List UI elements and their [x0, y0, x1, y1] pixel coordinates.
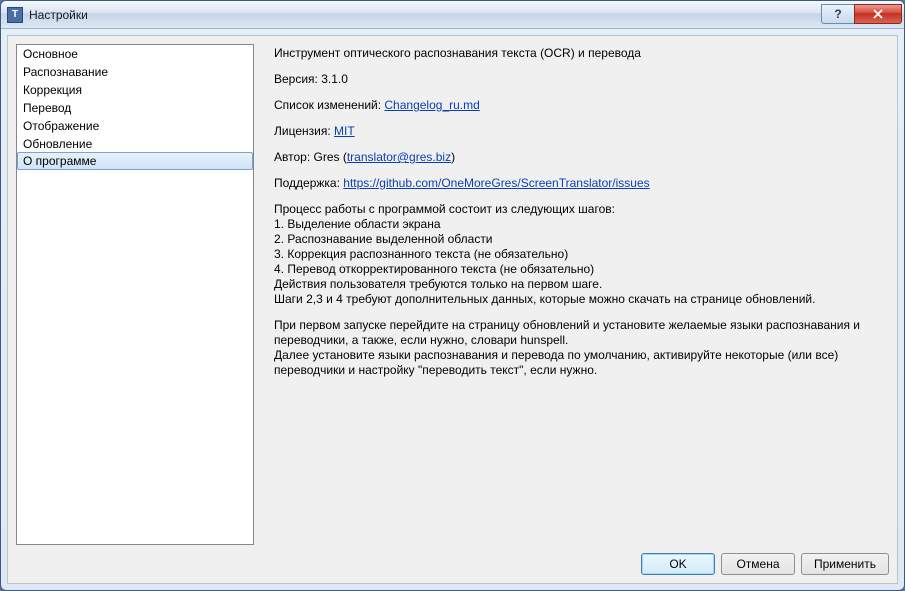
window-title: Настройки: [29, 8, 88, 22]
main-row: Основное Распознавание Коррекция Перевод…: [16, 44, 889, 545]
about-description: Инструмент оптического распознавания тек…: [274, 46, 889, 61]
apply-button[interactable]: Применить: [801, 553, 889, 575]
sidebar-item-update[interactable]: Обновление: [17, 135, 253, 153]
sidebar-item-translation[interactable]: Перевод: [17, 99, 253, 117]
support-link[interactable]: https://github.com/OneMoreGres/ScreenTra…: [343, 176, 649, 190]
sidebar-item-recognition[interactable]: Распознавание: [17, 63, 253, 81]
close-button[interactable]: [854, 4, 902, 24]
about-panel: Инструмент оптического распознавания тек…: [262, 44, 889, 545]
about-firstrun: При первом запуске перейдите на страницу…: [274, 318, 889, 378]
sidebar-item-label: Перевод: [23, 101, 71, 115]
sidebar-item-label: О программе: [23, 154, 96, 168]
titlebar: T Настройки ?: [1, 1, 904, 29]
about-support: Поддержка: https://github.com/OneMoreGre…: [274, 176, 889, 191]
cancel-button[interactable]: Отмена: [721, 553, 795, 575]
sidebar-item-correction[interactable]: Коррекция: [17, 81, 253, 99]
help-button[interactable]: ?: [821, 4, 855, 24]
about-steps: Процесс работы с программой состоит из с…: [274, 202, 889, 307]
about-version: Версия: 3.1.0: [274, 72, 889, 87]
sidebar-item-label: Распознавание: [23, 65, 108, 79]
changelog-link[interactable]: Changelog_ru.md: [384, 98, 479, 112]
sidebar-item-label: Коррекция: [23, 83, 82, 97]
window-controls: ?: [821, 5, 902, 24]
sidebar-item-label: Обновление: [23, 137, 92, 151]
sidebar-item-display[interactable]: Отображение: [17, 117, 253, 135]
sidebar-item-label: Отображение: [23, 119, 99, 133]
settings-sidebar: Основное Распознавание Коррекция Перевод…: [16, 44, 254, 545]
sidebar-item-about[interactable]: О программе: [17, 152, 253, 170]
author-email-link[interactable]: translator@gres.biz: [347, 150, 451, 164]
close-icon: [873, 9, 883, 19]
settings-window: T Настройки ? Основное Распознавание Кор…: [0, 0, 905, 591]
about-license: Лицензия: MIT: [274, 124, 889, 139]
ok-button[interactable]: OK: [641, 553, 715, 575]
about-changelog: Список изменений: Changelog_ru.md: [274, 98, 889, 113]
sidebar-item-label: Основное: [23, 47, 78, 61]
client-area: Основное Распознавание Коррекция Перевод…: [7, 35, 898, 584]
license-link[interactable]: MIT: [334, 124, 355, 138]
app-icon: T: [7, 7, 23, 23]
sidebar-item-general[interactable]: Основное: [17, 45, 253, 63]
about-author: Автор: Gres (translator@gres.biz): [274, 150, 889, 165]
dialog-buttons: OK Отмена Применить: [16, 545, 889, 575]
